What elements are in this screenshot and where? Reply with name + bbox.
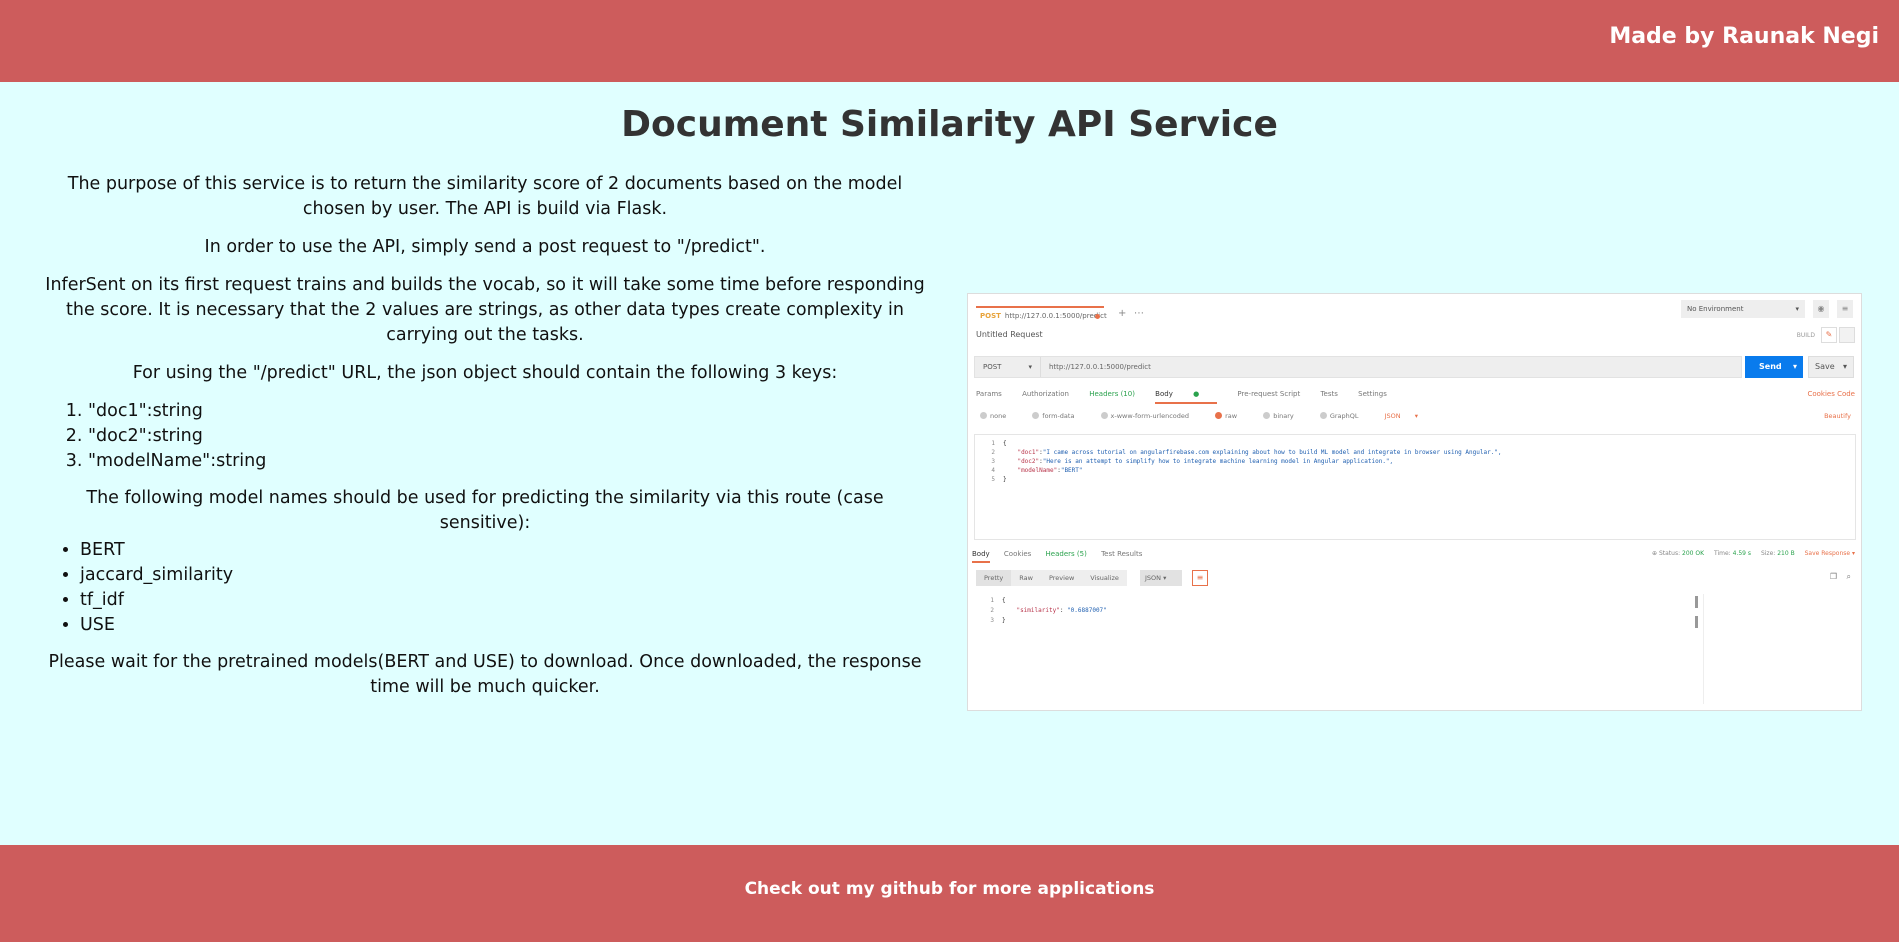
unsaved-dot-icon <box>1095 314 1100 319</box>
wait-note: Please wait for the pretrained models(BE… <box>48 652 922 697</box>
tab-pre-request-script: Pre-request Script <box>1237 390 1301 398</box>
tab-method: POST <box>980 312 1001 320</box>
view-preview: Preview <box>1048 574 1075 582</box>
body-options: none form-data x-www-form-urlencoded raw… <box>980 412 1430 420</box>
list-item: "doc2":string <box>88 424 930 449</box>
response-body-text: { "similarity": "0.6887007" } <box>1002 597 1107 624</box>
save-response-button: Save Response ▾ <box>1804 550 1855 557</box>
scroll-marker <box>1695 596 1698 608</box>
option-form-data: form-data <box>1032 412 1086 420</box>
settings-icon: ≡ <box>1837 300 1853 318</box>
scroll-marker <box>1695 616 1698 628</box>
build-label: BUILD <box>1796 332 1815 339</box>
response-body: 123 { "similarity": "0.6887007" } <box>974 594 1704 704</box>
url-bar: POST ▾ http://127.0.0.1:5000/predict <box>974 356 1742 378</box>
search-icon: ⌕ <box>1846 572 1851 581</box>
intro-text: The purpose of this service is to return… <box>67 174 903 219</box>
view-raw: Raw <box>1019 574 1033 582</box>
option-raw: raw <box>1215 412 1249 420</box>
request-name: Untitled Request <box>976 330 1043 339</box>
send-button: Send ▾ <box>1745 356 1803 378</box>
tab-response-body: Body <box>972 550 990 563</box>
line-numbers: 12345 <box>991 440 995 483</box>
response-format-select: JSON ▾ <box>1140 570 1182 586</box>
body-format-select: JSON ▾ <box>1384 412 1418 420</box>
option-graphql: GraphQL <box>1319 412 1371 420</box>
tab-body: Body ● <box>1155 390 1218 404</box>
response-status: ⊕ Status: 200 OK Time: 4.59 s Size: 210 … <box>1652 550 1855 557</box>
list-item: tf_idf <box>80 588 930 613</box>
list-item: "modelName":string <box>88 449 930 474</box>
postman-screenshot: POST http://127.0.0.1:5000/predict + ⋯ No… <box>967 293 1862 711</box>
method-select: POST ▾ <box>975 357 1041 377</box>
footer-bar: Check out my github for more application… <box>0 845 1899 942</box>
pencil-icon: ✎ <box>1821 327 1837 343</box>
tab-authorization: Authorization <box>1022 390 1069 398</box>
list-item: USE <box>80 613 930 638</box>
environment-select: No Environment ▾ <box>1681 300 1805 318</box>
top-bar: Made by Raunak Negi <box>0 0 1899 82</box>
response-view-tabs: Pretty Raw Preview Visualize <box>976 570 1127 586</box>
keys-list: "doc1":string "doc2":string "modelName":… <box>88 399 930 474</box>
description-section: The purpose of this service is to return… <box>40 172 930 713</box>
github-link[interactable]: Check out my github for more application… <box>0 879 1899 899</box>
author-credit: Made by Raunak Negi <box>1609 24 1879 49</box>
tab-tests: Tests <box>1320 390 1338 398</box>
tab-params: Params <box>976 390 1002 398</box>
models-intro: The following model names should be used… <box>86 488 884 533</box>
request-tabs: Params Authorization Headers (10) Body ●… <box>976 390 1405 404</box>
keys-intro: For using the "/predict" URL, the json o… <box>132 363 838 383</box>
tab-url: http://127.0.0.1:5000/predict <box>1004 312 1107 320</box>
tab-headers: Headers (10) <box>1089 390 1135 398</box>
infersent-note: InferSent on its first request trains an… <box>45 275 925 345</box>
request-body-editor: 12345 { "doc1":"I came across tutorial o… <box>974 434 1856 540</box>
plus-icon: + <box>1118 308 1127 319</box>
docs-icon <box>1839 327 1855 343</box>
list-item: jaccard_similarity <box>80 563 930 588</box>
usage-text: In order to use the API, simply send a p… <box>204 237 766 257</box>
models-list: BERT jaccard_similarity tf_idf USE <box>80 538 930 638</box>
copy-icon: ❐ <box>1829 572 1837 581</box>
list-item: "doc1":string <box>88 399 930 424</box>
response-tabs: Body Cookies Headers (5) Test Results <box>972 550 1154 563</box>
request-tab: POST http://127.0.0.1:5000/predict <box>976 306 1107 324</box>
tab-response-headers: Headers (5) <box>1045 550 1087 558</box>
wrap-lines-icon: ≡ <box>1192 570 1208 586</box>
more-icon: ⋯ <box>1134 308 1144 319</box>
view-visualize: Visualize <box>1090 574 1119 582</box>
option-binary: binary <box>1263 412 1306 420</box>
tab-response-cookies: Cookies <box>1003 550 1032 558</box>
beautify-link: Beautify <box>1824 412 1851 420</box>
line-numbers: 123 <box>990 597 994 624</box>
save-button: Save ▾ <box>1808 356 1854 378</box>
request-body-text: { "doc1":"I came across tutorial on angu… <box>1003 440 1502 483</box>
globe-icon: ⊕ <box>1652 550 1658 557</box>
cookies-code-links: Cookies Code <box>1807 390 1855 398</box>
tab-test-results: Test Results <box>1101 550 1143 558</box>
url-field: http://127.0.0.1:5000/predict <box>1049 363 1151 371</box>
list-item: BERT <box>80 538 930 563</box>
tab-settings: Settings <box>1358 390 1387 398</box>
page-title: Document Similarity API Service <box>621 104 1278 145</box>
eye-icon: ◉ <box>1813 300 1829 318</box>
option-urlencoded: x-www-form-urlencoded <box>1100 412 1202 420</box>
view-pretty: Pretty <box>976 570 1012 586</box>
option-none: none <box>980 412 1018 420</box>
